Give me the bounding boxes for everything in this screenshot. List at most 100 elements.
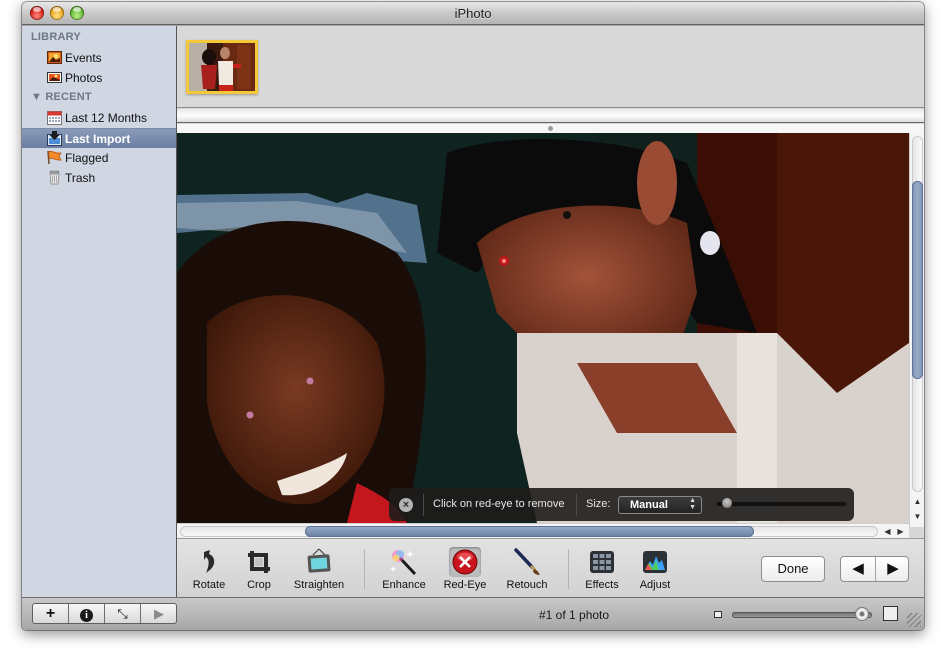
scroll-up-arrow[interactable]: ▲ [910, 495, 924, 509]
done-button[interactable]: Done [761, 556, 825, 582]
hud-separator [423, 494, 424, 516]
photos-icon [47, 72, 62, 83]
fullscreen-button[interactable]: ⤡ [105, 604, 141, 623]
sidebar-item-label: Last 12 Months [65, 111, 148, 125]
events-icon [47, 51, 62, 64]
previous-photo-button[interactable]: ◀ [841, 557, 875, 581]
sidebar-item-label: Flagged [65, 151, 109, 165]
rotate-icon [204, 550, 215, 573]
expand-arrows-icon: ⤡ [117, 606, 128, 621]
retouch-button[interactable]: Retouch [501, 539, 553, 597]
photo-navigation-control: ◀ ▶ [840, 556, 909, 582]
source-list-sidebar: LIBRARY Events Photos ▼ RECENT Last 12 M… [22, 26, 177, 597]
vertical-scrollbar[interactable]: ▲ ▼ [909, 133, 924, 527]
sidebar-item-photos[interactable]: Photos [22, 68, 176, 88]
photo-thumbnail[interactable] [186, 40, 258, 94]
filmstrip-divider[interactable] [177, 109, 924, 123]
editor-area: × Click on red-eye to remove Size: Manua… [177, 26, 924, 597]
magic-wand-icon [390, 550, 417, 576]
sidebar-item-flagged[interactable]: Flagged [22, 148, 176, 168]
red-eye-icon [452, 549, 478, 575]
filmstrip [177, 26, 924, 108]
tool-label: Rotate [192, 579, 226, 591]
enhance-button[interactable]: Enhance [377, 539, 431, 597]
redeye-instructions: Click on red-eye to remove [433, 498, 565, 510]
adjust-button[interactable]: Adjust [633, 539, 677, 597]
resize-grip-icon[interactable] [907, 613, 921, 627]
bottom-bar: + i ⤡ ▶ #1 of 1 photo [22, 597, 924, 630]
sidebar-item-last-import[interactable]: Last Import [22, 128, 176, 148]
zoom-out-icon[interactable] [714, 611, 722, 618]
sidebar-item-label: Trash [65, 171, 96, 185]
toolbar-separator [568, 549, 569, 589]
effects-grid-icon [590, 551, 614, 573]
title-bar: iPhoto [22, 2, 924, 25]
tool-label: Effects [585, 579, 619, 591]
photo-count: #1 of 1 photo [539, 608, 610, 622]
sidebar-item-trash[interactable]: Trash [22, 168, 176, 188]
info-icon: i [80, 609, 93, 622]
sidebar-section-library: LIBRARY [31, 31, 81, 43]
add-button[interactable]: + [33, 604, 69, 623]
iphoto-window: iPhoto LIBRARY Events Photos ▼ RECENT La… [22, 2, 924, 630]
size-label: Size: [586, 498, 611, 510]
horizontal-scroll-thumb[interactable] [305, 526, 754, 537]
slider-knob[interactable] [722, 498, 733, 508]
scroll-down-arrow[interactable]: ▼ [910, 510, 924, 524]
flag-icon [47, 150, 62, 165]
tool-label: Crop [247, 579, 271, 591]
calendar-icon [47, 111, 62, 125]
sidebar-item-events[interactable]: Events [22, 48, 176, 68]
left-arrow-icon: ◀ [852, 560, 864, 577]
size-select[interactable]: Manual ▲ ▼ [618, 496, 702, 514]
bottom-button-group: + i ⤡ ▶ [32, 603, 177, 624]
horizontal-scrollbar[interactable]: ◀ ▶ [177, 523, 909, 538]
zoom-slider-knob[interactable] [856, 608, 869, 620]
info-button[interactable]: i [69, 604, 105, 623]
sidebar-section-recent[interactable]: ▼ RECENT [31, 91, 92, 103]
redeye-size-slider[interactable] [716, 498, 847, 508]
slideshow-button[interactable]: ▶ [141, 604, 177, 623]
edit-toolbar: Rotate Crop Straighten Enhance Red-Eye R… [177, 538, 924, 597]
brush-icon [514, 548, 540, 575]
next-photo-button[interactable]: ▶ [876, 557, 910, 581]
resize-handle-icon[interactable] [548, 126, 553, 131]
crop-button[interactable]: Crop [239, 539, 279, 597]
histogram-icon [643, 551, 667, 573]
import-icon [47, 131, 62, 146]
straighten-icon [307, 548, 331, 573]
zoom-in-icon[interactable] [883, 606, 898, 621]
trash-icon [49, 170, 60, 185]
tool-label: Adjust [639, 579, 671, 591]
toolbar-separator [364, 549, 365, 589]
effects-button[interactable]: Effects [580, 539, 624, 597]
rotate-button[interactable]: Rotate [189, 539, 229, 597]
thumbnail-image [189, 43, 255, 91]
right-arrow-icon: ▶ [887, 560, 899, 577]
sidebar-item-label: Events [65, 51, 102, 65]
redeye-hud: × Click on red-eye to remove Size: Manua… [389, 488, 854, 521]
vertical-scroll-thumb[interactable] [912, 181, 923, 379]
edited-photo [177, 133, 909, 523]
zoom-slider[interactable] [732, 608, 872, 620]
tool-label: Retouch [506, 579, 548, 591]
updown-arrows-icon: ▲ ▼ [689, 497, 696, 511]
window-title: iPhoto [454, 6, 492, 21]
hud-separator [576, 494, 577, 516]
sidebar-item-label: Photos [65, 71, 103, 85]
sidebar-item-label: Last Import [65, 132, 131, 146]
tool-label: Straighten [293, 579, 345, 591]
plus-icon: + [45, 605, 56, 622]
photo-canvas[interactable] [177, 133, 909, 523]
red-eye-button[interactable]: Red-Eye [439, 539, 491, 597]
close-hud-button[interactable]: × [399, 498, 413, 512]
sidebar-item-last-12-months[interactable]: Last 12 Months [22, 108, 176, 128]
tool-label: Red-Eye [443, 579, 487, 591]
scroll-left-arrow[interactable]: ◀ [881, 524, 894, 539]
scroll-right-arrow[interactable]: ▶ [894, 524, 907, 539]
tool-label: Enhance [382, 579, 426, 591]
pane-resizer[interactable] [177, 124, 924, 133]
size-select-value: Manual [630, 499, 668, 511]
play-icon: ▶ [154, 606, 164, 621]
straighten-button[interactable]: Straighten [287, 539, 351, 597]
